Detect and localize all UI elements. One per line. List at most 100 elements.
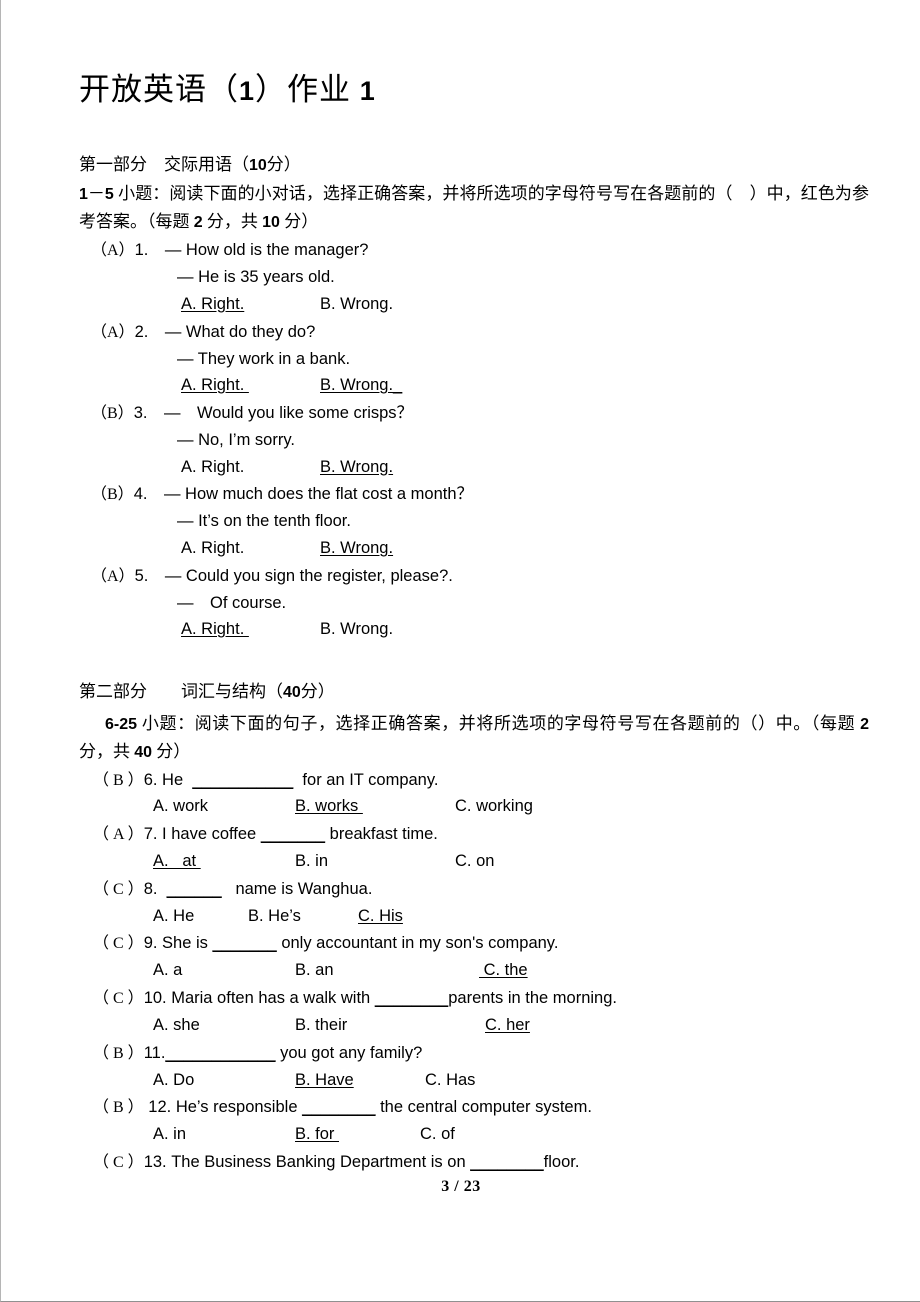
option-b[interactable]: B. their — [295, 1012, 485, 1039]
part2-instr-per: 2 — [860, 715, 869, 733]
option-b[interactable]: B. Have — [295, 1067, 425, 1094]
question-reply-line: — He is 35 years old. — [79, 264, 869, 291]
option-b[interactable]: B. for — [295, 1121, 420, 1148]
answer-blank[interactable]: ________ — [302, 1098, 375, 1116]
question-prompt-line: （A）1. — How old is the manager? — [79, 237, 869, 264]
part1-instr-total: 10 — [262, 214, 280, 232]
question-prompt: — How old is the manager? — [164, 241, 369, 260]
answer-marker: （ A ） — [93, 826, 144, 844]
question-number: 3. — [133, 403, 148, 422]
question-options-line: A. Right. B. Wrong. — [79, 454, 869, 481]
question-text-before: I have coffee — [162, 825, 261, 844]
question-text-before: Maria often has a walk with — [171, 989, 375, 1008]
question-options-line: A. a B. an C. the — [79, 957, 869, 984]
option-c[interactable]: C. her — [485, 1012, 530, 1039]
part1-heading-points: 10 — [249, 156, 267, 174]
answer-marker: （ C ） — [93, 935, 144, 953]
part1-heading-tail: 分） — [266, 154, 301, 174]
part2-instr-mid: 分，共 — [79, 741, 135, 761]
part1-instr-per: 2 — [193, 214, 203, 232]
question-prompt-line: （B）3. — Would you like some crisps？ — [79, 400, 869, 427]
question-options-line: A. at B. in C. on — [79, 848, 869, 875]
page-title: 开放英语（1）作业 1 — [79, 0, 869, 108]
option-b[interactable]: B. Wrong._ — [320, 376, 402, 394]
question-reply-line: — It’s on the tenth floor. — [79, 508, 869, 535]
question-reply: — He is 35 years old. — [177, 268, 335, 287]
option-c[interactable]: C. on — [455, 848, 494, 875]
answer-blank[interactable]: _______ — [213, 934, 277, 952]
option-a[interactable]: A. at — [153, 848, 295, 875]
question-text-line: （ B ） 12. He’s responsible ________ the … — [79, 1094, 869, 1121]
option-a[interactable]: A. in — [153, 1121, 295, 1148]
question-text-line: （ C ）9. She is _______ only accountant i… — [79, 930, 869, 957]
answer-marker: （B） — [91, 486, 134, 504]
answer-blank[interactable]: ___________ — [192, 771, 293, 789]
answer-blank[interactable]: ____________ — [165, 1044, 275, 1062]
option-b[interactable]: B. works — [295, 793, 455, 820]
option-b[interactable]: B. Wrong. — [320, 620, 393, 638]
part2-instr-end: 分） — [152, 741, 191, 761]
question-text-line: （ A ）7. I have coffee _______ breakfast … — [79, 821, 869, 848]
answer-blank[interactable]: _______ — [261, 825, 325, 843]
question-block: （ C ）9. She is _______ only accountant i… — [79, 930, 869, 984]
title-prefix: 开放英语（ — [79, 72, 239, 107]
option-a[interactable]: A. Right. — [181, 454, 320, 481]
question-block: （ C ）8. ______ name is Wanghua. A. He B. … — [79, 876, 869, 930]
title-number: 1 — [239, 76, 256, 106]
answer-marker: （ C ） — [93, 1153, 144, 1171]
answer-marker: （A） — [91, 323, 135, 341]
question-text-before: The Business Banking Department is on — [171, 1152, 471, 1171]
option-a[interactable]: A. He — [153, 903, 248, 930]
answer-marker: （ C ） — [93, 880, 144, 898]
option-a[interactable]: A. Right. — [181, 535, 320, 562]
answer-blank[interactable]: ________ — [470, 1153, 543, 1171]
part2-heading-text: 第二部分 词汇与结构（ — [79, 681, 283, 701]
part2-instr-total: 40 — [134, 743, 153, 761]
option-c[interactable]: C. the — [479, 957, 528, 984]
option-c[interactable]: C. of — [420, 1121, 455, 1148]
answer-blank[interactable]: ______ — [167, 880, 222, 898]
question-text-after: breakfast time. — [325, 825, 438, 844]
option-a[interactable]: A. Right. — [181, 616, 320, 643]
question-block: （ C ）10. Maria often has a walk with ___… — [79, 985, 869, 1039]
option-c[interactable]: C. His — [358, 903, 403, 930]
question-prompt-line: （B）4. — How much does the flat cost a mo… — [79, 481, 869, 508]
question-number: 11. — [143, 1043, 166, 1062]
question-number: 12. — [143, 1098, 172, 1117]
option-b[interactable]: B. Wrong. — [320, 458, 393, 476]
option-a[interactable]: A. she — [153, 1012, 295, 1039]
page-footer: 3 / 23 — [441, 1178, 481, 1195]
question-reply-line: — They work in a bank. — [79, 346, 869, 373]
part1-instruction: 1－5 小题：阅读下面的小对话，选择正确答案，并将所选项的字母符号写在各题前的（… — [79, 180, 869, 236]
answer-blank[interactable]: ________ — [375, 989, 448, 1007]
option-a[interactable]: A. Do — [153, 1067, 295, 1094]
title-suffix: 1 — [359, 76, 376, 106]
option-b[interactable]: B. Wrong. — [320, 539, 393, 557]
answer-marker: （ B ） — [93, 1099, 144, 1117]
option-c[interactable]: C. working — [455, 793, 533, 820]
part2-instr-range: 6-25 — [105, 715, 138, 733]
question-number: 4. — [133, 485, 148, 504]
question-prompt: — What do they do? — [164, 322, 316, 341]
title-middle: ）作业 — [255, 72, 360, 107]
option-b[interactable]: B. an — [295, 957, 479, 984]
answer-marker: （B） — [91, 404, 134, 422]
part1-instr-end: 分） — [279, 212, 319, 232]
part2-heading-points: 40 — [283, 683, 301, 701]
option-b[interactable]: B. Wrong. — [320, 295, 393, 313]
option-a[interactable]: A. Right. — [181, 372, 320, 399]
question-prompt: — How much does the flat cost a month？ — [163, 485, 474, 504]
question-block: （A）2. — What do they do? — They work in … — [79, 319, 869, 399]
question-options-line: A. in B. for C. of — [79, 1121, 869, 1148]
part1-instr-mid: 分，共 — [202, 212, 263, 232]
option-a[interactable]: A. work — [153, 793, 295, 820]
option-c[interactable]: C. Has — [425, 1067, 475, 1094]
question-options-line: A. Do B. Have C. Has — [79, 1067, 869, 1094]
document-page: 开放英语（1）作业 1 第一部分 交际用语（10分） 1－5 小题：阅读下面的小… — [0, 0, 920, 1302]
option-b[interactable]: B. He’s — [248, 903, 358, 930]
answer-marker: （A） — [91, 567, 135, 585]
option-a[interactable]: A. Right. — [181, 291, 320, 318]
question-options-line: A. Right. B. Wrong. — [79, 291, 869, 318]
option-b[interactable]: B. in — [295, 848, 455, 875]
option-a[interactable]: A. a — [153, 957, 295, 984]
